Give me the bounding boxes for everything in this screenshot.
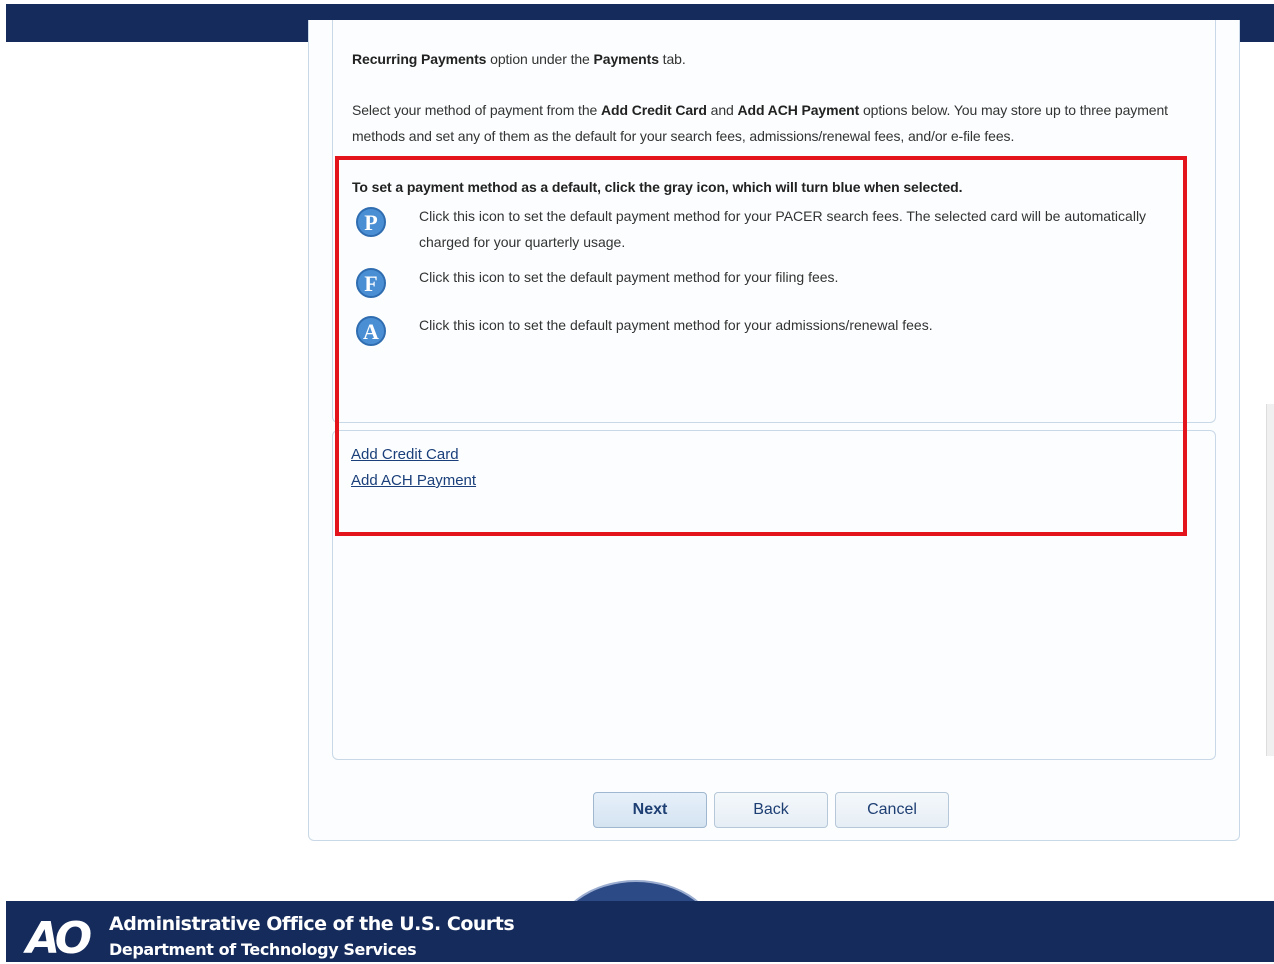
ao-logo: AO — [26, 913, 92, 964]
scrollbar-thumb[interactable] — [1266, 404, 1274, 756]
cancel-button[interactable]: Cancel — [835, 792, 949, 828]
intro-recurring-text: Recurring Payments option under the Paym… — [352, 51, 686, 67]
back-button[interactable]: Back — [714, 792, 828, 828]
footer-bar: AO Administrative Office of the U.S. Cou… — [6, 901, 1274, 962]
intro-payment-method-text: Select your method of payment from the A… — [352, 102, 1168, 144]
red-highlight-annotation — [335, 156, 1187, 536]
footer-dept-name: Department of Technology Services — [109, 940, 417, 959]
footer-org-name: Administrative Office of the U.S. Courts — [109, 913, 515, 935]
next-button[interactable]: Next — [593, 792, 707, 828]
